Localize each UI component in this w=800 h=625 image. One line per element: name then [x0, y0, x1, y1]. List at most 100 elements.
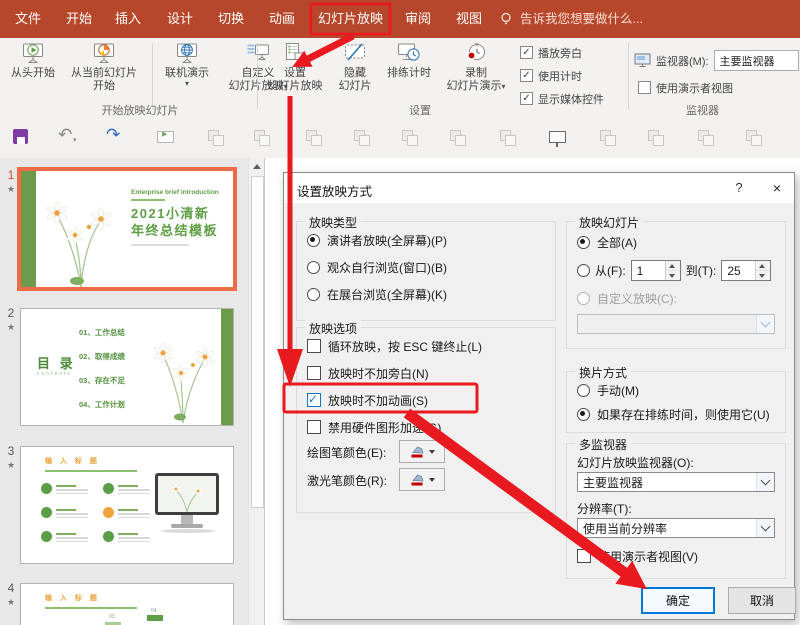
radio-selected-icon [577, 408, 590, 421]
distribute-horizontal-icon[interactable] [646, 128, 666, 148]
align-objects-icon[interactable] [696, 128, 716, 148]
group-icon[interactable] [400, 128, 420, 148]
radio-use-timings[interactable]: 如果存在排练时间，则使用它(U) [577, 406, 770, 422]
cancel-button[interactable]: 取消 [728, 587, 796, 614]
slide-thumbnail-4[interactable]: 输 入 标 题 03 04 [20, 583, 234, 625]
checkbox-checked-icon [307, 393, 321, 407]
slide-thumbnail-3[interactable]: 输 入 标 题 [20, 446, 234, 564]
resolution-dropdown[interactable]: 使用当前分辨率 [577, 518, 775, 538]
option-label: 如果存在排练时间，则使用它(U) [597, 406, 770, 423]
tab-transitions[interactable]: 切换 [218, 0, 244, 38]
radio-icon [307, 261, 320, 274]
slide-thumbnail-2[interactable]: 目 录 contents 01、工作总结 02、取得成绩 03、存在不足 04、… [20, 308, 234, 426]
slide-thumbnail-1[interactable]: Enterprise brief introduction 2021小清新 年终… [20, 170, 234, 288]
radio-manual-advance[interactable]: 手动(M) [577, 382, 639, 398]
to-spinner[interactable]: 25 [721, 260, 771, 281]
tab-slideshow[interactable]: 幻灯片放映 [318, 0, 383, 38]
checkbox-without-animation[interactable]: 放映时不加动画(S) [307, 392, 428, 408]
radio-browsed-by-individual[interactable]: 观众自行浏览(窗口)(B) [307, 259, 447, 275]
radio-speaker-show[interactable]: 演讲者放映(全屏幕)(P) [307, 232, 447, 248]
tab-home[interactable]: 开始 [66, 0, 92, 38]
rotate-icon[interactable] [352, 128, 372, 148]
spin-down-icon[interactable] [756, 271, 770, 280]
present-online-button[interactable]: 联机演示 ▾ [156, 40, 218, 88]
checkbox-use-presenter-view[interactable]: 使用演示者视图(V) [577, 548, 698, 564]
use-timings-checkbox[interactable]: ✓ 使用计时 [520, 68, 582, 83]
radio-slide-range[interactable]: 从(F): 1 到(T): 25 [577, 260, 771, 281]
animation-star-icon: ★ [4, 597, 18, 608]
close-icon[interactable]: × [760, 173, 794, 203]
send-backward-icon[interactable] [498, 128, 518, 148]
tab-review[interactable]: 审阅 [405, 0, 431, 38]
group-label: 多监视器 [575, 436, 631, 453]
checkbox-icon [577, 549, 591, 563]
save-icon[interactable] [12, 128, 32, 148]
slideshow-monitor-dropdown[interactable]: 主要监视器 [577, 472, 775, 492]
panel-scrollbar[interactable] [248, 158, 264, 625]
spinner-buttons[interactable] [665, 261, 680, 280]
circle-icon [103, 531, 114, 542]
checkbox-loop-continuously[interactable]: 循环放映，按 ESC 键终止(L) [307, 338, 482, 354]
hide-slide-button[interactable]: 隐藏 幻灯片 [330, 40, 380, 93]
undo-icon[interactable] [58, 128, 78, 148]
button-label: 隐藏 [330, 67, 380, 80]
group-show-slides: 放映幻灯片 全部(A) 从(F): 1 到(T): 25 [566, 221, 786, 349]
spinner-buttons[interactable] [755, 261, 770, 280]
from-current-slide-button[interactable]: 从当前幻灯片 开始 [60, 40, 148, 93]
circle-icon [103, 507, 114, 518]
monitor-graphic [155, 473, 227, 551]
radio-all-slides[interactable]: 全部(A) [577, 234, 637, 250]
divider [45, 607, 137, 609]
monitor-select-row: 监视器(M): 主要监视器 [634, 50, 799, 71]
ok-button[interactable]: 确定 [641, 587, 715, 614]
tab-animations[interactable]: 动画 [269, 0, 295, 38]
radio-browsed-at-kiosk[interactable]: 在展台浏览(全屏幕)(K) [307, 286, 447, 302]
dialog-titlebar[interactable]: 设置放映方式 ? × [284, 173, 794, 203]
redo-icon[interactable] [106, 128, 126, 148]
checkbox-disable-hardware-acceleration[interactable]: 禁用硬件图形加速(G) [307, 419, 441, 435]
daisy-flowers-graphic [147, 315, 221, 423]
slideshow-icon[interactable] [156, 128, 176, 148]
button-label: 设置 [262, 67, 328, 80]
option-label: 自定义放映(C): [597, 290, 677, 307]
record-slideshow-button[interactable]: 录制 幻灯片演示▾ [438, 40, 514, 93]
projector-icon[interactable] [548, 128, 568, 148]
bring-forward-icon[interactable] [448, 128, 468, 148]
scrollbar-thumb[interactable] [251, 176, 264, 508]
spin-up-icon[interactable] [666, 261, 680, 271]
monitor-dropdown[interactable]: 主要监视器 [714, 50, 799, 71]
play-narration-checkbox[interactable]: ✓ 播放旁白 [520, 45, 582, 60]
laser-color-dropdown[interactable] [399, 468, 445, 491]
spin-up-icon[interactable] [756, 261, 770, 271]
shape-icon[interactable] [252, 128, 272, 148]
align-center-icon[interactable] [744, 128, 764, 148]
group-advance-slides: 换片方式 手动(M) 如果存在排练时间，则使用它(U) [566, 371, 786, 433]
help-icon[interactable]: ? [722, 173, 756, 203]
setup-slideshow-button[interactable]: 设置 幻灯片放映 [262, 40, 328, 93]
use-presenter-view-checkbox[interactable]: ✓ 使用演示者视图 [638, 80, 733, 95]
tab-file[interactable]: 文件 [15, 0, 41, 38]
copy-icon[interactable] [304, 128, 324, 148]
from-beginning-button[interactable]: 从头开始 [6, 40, 60, 80]
pen-color-dropdown[interactable] [399, 440, 445, 463]
spin-down-icon[interactable] [666, 271, 680, 280]
radio-custom-show[interactable]: 自定义放映(C): [577, 290, 677, 306]
from-spinner[interactable]: 1 [631, 260, 681, 281]
tab-view[interactable]: 视图 [456, 0, 482, 38]
checkbox-without-narration[interactable]: 放映时不加旁白(N) [307, 365, 429, 381]
tab-design[interactable]: 设计 [167, 0, 193, 38]
chart-label: 03 [109, 614, 115, 620]
distribute-vertical-icon[interactable] [598, 128, 618, 148]
tell-me-box[interactable]: 告诉我您想要做什么... [520, 0, 643, 38]
paint-bucket-icon [409, 472, 425, 487]
slide3-header: 输 入 标 题 [45, 456, 100, 466]
list-item [41, 483, 88, 496]
rehearse-timings-button[interactable]: 排练计时 [380, 40, 438, 80]
checkbox-icon [307, 420, 321, 434]
radio-icon [307, 288, 320, 301]
checkbox-icon [307, 339, 321, 353]
toc-item: 04、工作计划 [79, 399, 125, 410]
scroll-up-icon[interactable] [253, 164, 261, 169]
selection-icon[interactable] [206, 128, 226, 148]
tab-insert[interactable]: 插入 [115, 0, 141, 38]
